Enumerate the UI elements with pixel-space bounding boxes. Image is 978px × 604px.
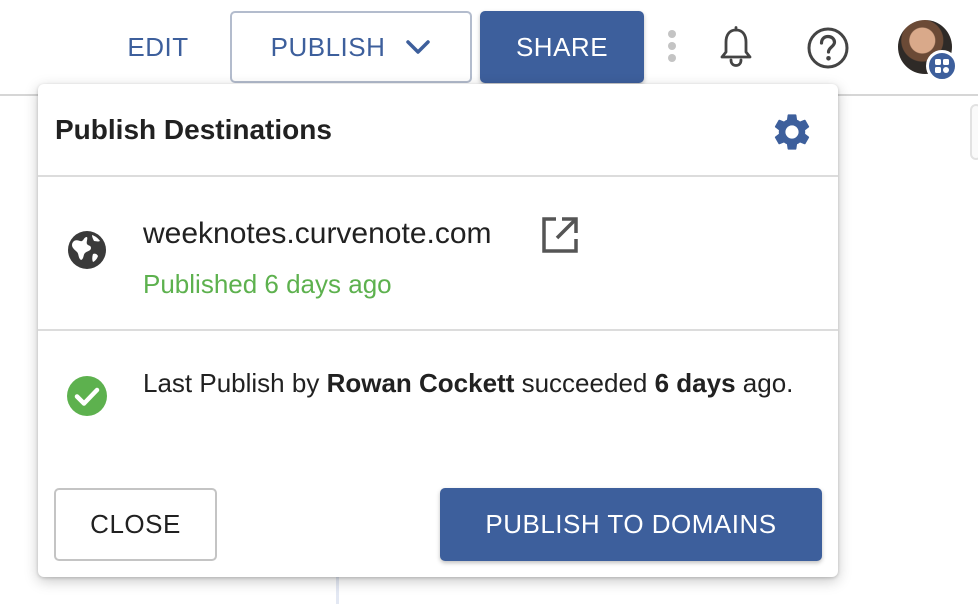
log-user: Rowan Cockett <box>326 368 515 398</box>
bell-icon[interactable] <box>714 22 758 72</box>
close-button[interactable]: CLOSE <box>54 488 217 561</box>
publish-to-domains-button[interactable]: PUBLISH TO DOMAINS <box>440 488 822 561</box>
publish-log-message: Last Publish by Rowan Cockett succeeded … <box>143 361 813 405</box>
destination-domain: weeknotes.curvenote.com <box>143 217 492 250</box>
open-in-new-icon[interactable] <box>540 215 580 255</box>
gear-icon[interactable] <box>770 110 814 154</box>
dialog-title: Publish Destinations <box>55 114 332 145</box>
destination-status: Published 6 days ago <box>143 269 392 299</box>
org-badge-icon <box>926 50 958 82</box>
log-prefix: Last Publish by <box>143 368 327 398</box>
dialog-header: Publish Destinations <box>38 84 838 177</box>
destination-row: weeknotes.curvenote.com Published 6 days… <box>38 177 838 331</box>
more-vert-icon[interactable] <box>660 26 684 66</box>
publish-button-label: PUBLISH <box>270 31 386 62</box>
help-icon[interactable] <box>804 24 852 72</box>
publish-dropdown-button[interactable]: PUBLISH <box>230 11 472 83</box>
log-when: 6 days <box>654 368 736 398</box>
side-panel-tab[interactable] <box>970 104 978 160</box>
share-button[interactable]: SHARE <box>480 11 644 83</box>
globe-icon <box>68 231 106 269</box>
log-suffix: ago. <box>735 368 794 398</box>
top-toolbar: EDIT PUBLISH SHARE <box>0 0 978 96</box>
check-circle-icon <box>67 376 107 416</box>
publish-log-row: Last Publish by Rowan Cockett succeeded … <box>38 331 838 471</box>
log-middle: succeeded <box>514 368 655 398</box>
edit-button[interactable]: EDIT <box>104 12 212 82</box>
publish-destinations-dialog: Publish Destinations weeknotes.curvenote… <box>38 84 838 577</box>
chevron-down-icon <box>406 40 431 54</box>
